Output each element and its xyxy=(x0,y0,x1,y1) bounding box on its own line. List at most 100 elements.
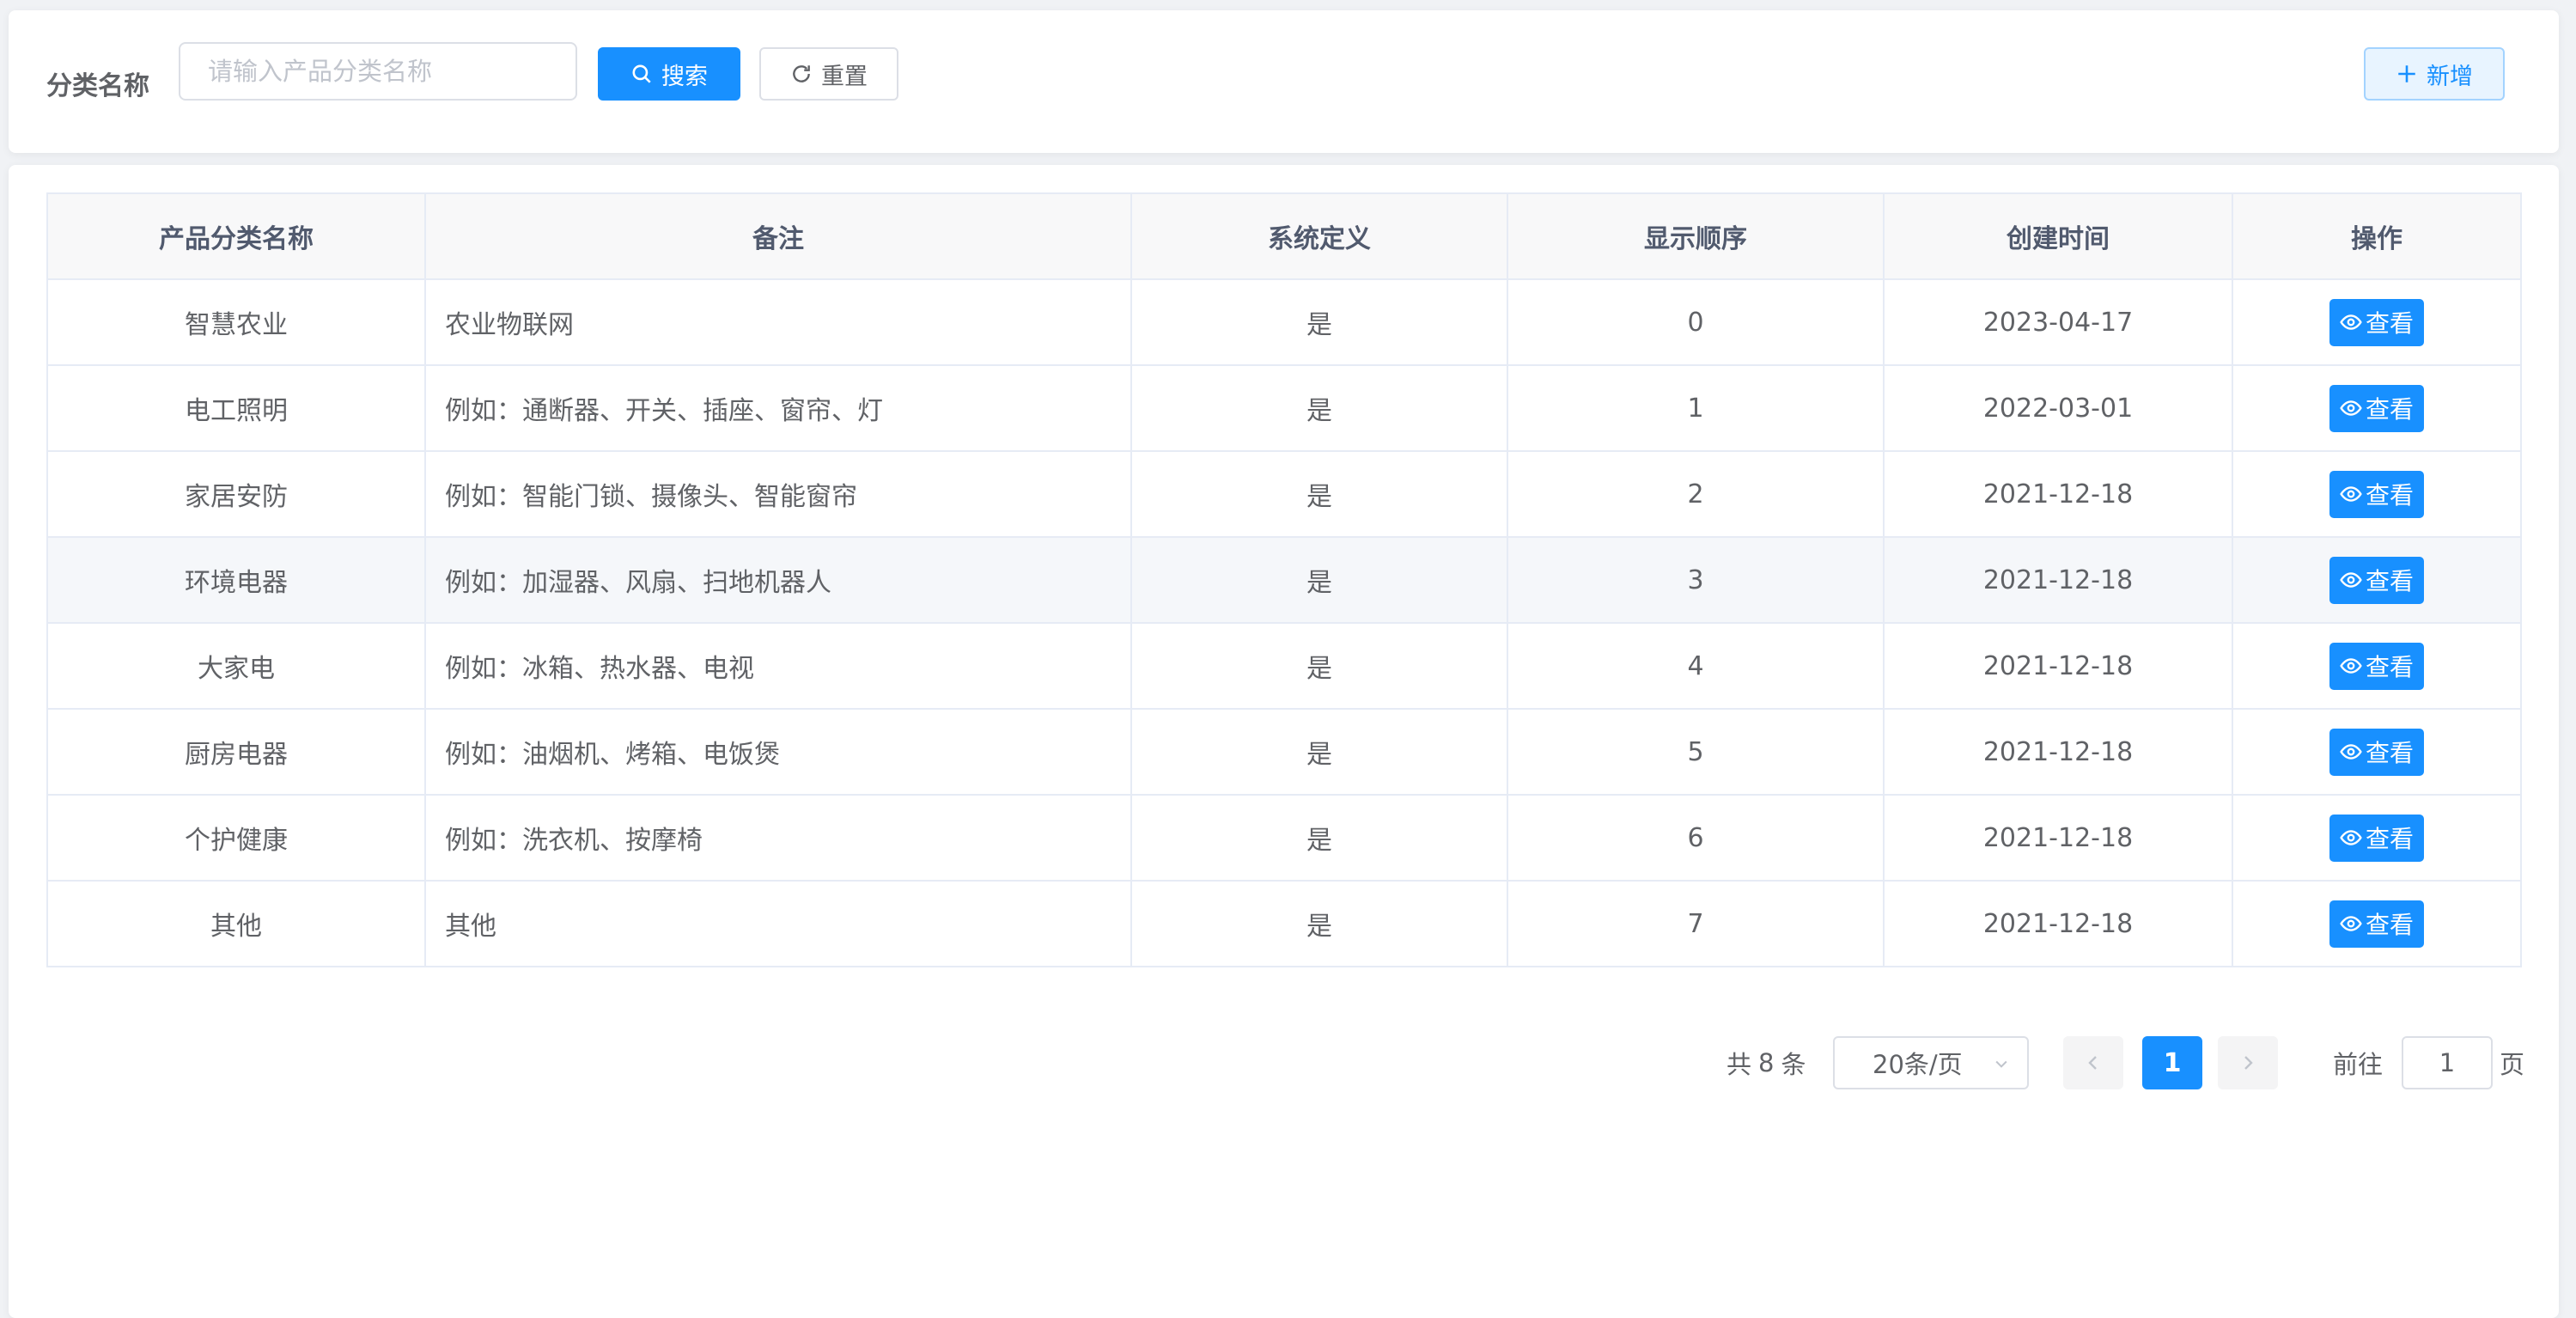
page-number-button[interactable]: 1 xyxy=(2142,1036,2202,1089)
cell-system-defined: 是 xyxy=(1130,536,1508,624)
view-button[interactable]: 查看 xyxy=(2329,642,2424,690)
header-created-time: 创建时间 xyxy=(1883,192,2233,280)
cell-category-name: 厨房电器 xyxy=(46,708,426,796)
cell-created-time: 2022-03-01 xyxy=(1883,364,2233,452)
page-size-select[interactable]: 20条/页 xyxy=(1833,1036,2029,1089)
chevron-left-icon xyxy=(2088,1056,2097,1070)
cell-display-order: 1 xyxy=(1507,364,1885,452)
goto-page-input[interactable] xyxy=(2402,1036,2493,1089)
cell-category-name: 大家电 xyxy=(46,622,426,710)
cell-system-defined: 是 xyxy=(1130,450,1508,538)
cell-actions: 查看 xyxy=(2232,622,2522,710)
cell-category-name: 电工照明 xyxy=(46,364,426,452)
chevron-down-icon xyxy=(1995,1060,2007,1068)
cell-created-time: 2021-12-18 xyxy=(1883,622,2233,710)
view-button[interactable]: 查看 xyxy=(2329,728,2424,776)
table-row: 大家电 例如：冰箱、热水器、电视是 4 2021-12-18 查看 xyxy=(46,622,2522,710)
cell-display-order: 0 xyxy=(1507,278,1885,366)
cell-created-time: 2021-12-18 xyxy=(1883,450,2233,538)
cell-display-order: 7 xyxy=(1507,880,1885,967)
eye-icon xyxy=(2340,916,2362,931)
cell-category-name: 其他 xyxy=(46,880,426,967)
view-button-label: 查看 xyxy=(2365,911,2414,939)
cell-actions: 查看 xyxy=(2232,364,2522,452)
cell-display-order: 2 xyxy=(1507,450,1885,538)
view-button-label: 查看 xyxy=(2365,395,2414,424)
cell-actions: 查看 xyxy=(2232,450,2522,538)
eye-icon xyxy=(2340,830,2362,845)
header-category-name: 产品分类名称 xyxy=(46,192,426,280)
eye-icon xyxy=(2340,658,2362,674)
cell-actions: 查看 xyxy=(2232,278,2522,366)
eye-icon xyxy=(2340,314,2362,330)
eye-icon xyxy=(2340,572,2362,588)
cell-remark: 例如：冰箱、热水器、电视 xyxy=(424,622,1132,710)
search-panel: 分类名称 搜索 重置 新增 xyxy=(9,10,2559,153)
total-count: 8 xyxy=(1758,1048,1775,1077)
cell-remark: 例如：洗衣机、按摩椅 xyxy=(424,794,1132,882)
table-row: 厨房电器 例如：油烟机、烤箱、电饭煲是 5 2021-12-18 查看 xyxy=(46,708,2522,796)
prev-page-button[interactable] xyxy=(2063,1036,2123,1089)
table-header-row: 产品分类名称 备注 系统定义 显示顺序 创建时间 操作 xyxy=(46,192,2522,280)
table-row: 家居安防 例如：智能门锁、摄像头、智能窗帘是 2 2021-12-18 查看 xyxy=(46,450,2522,538)
view-button[interactable]: 查看 xyxy=(2329,298,2424,346)
view-button-label: 查看 xyxy=(2365,567,2414,595)
plus-icon xyxy=(2398,65,2415,82)
view-button-label: 查看 xyxy=(2365,825,2414,853)
eye-icon xyxy=(2340,744,2362,760)
view-button[interactable]: 查看 xyxy=(2329,384,2424,432)
search-button-label: 搜索 xyxy=(661,63,708,90)
view-button[interactable]: 查看 xyxy=(2329,470,2424,518)
cell-display-order: 5 xyxy=(1507,708,1885,796)
eye-icon xyxy=(2340,486,2362,502)
cell-created-time: 2021-12-18 xyxy=(1883,794,2233,882)
cell-system-defined: 是 xyxy=(1130,364,1508,452)
table-row: 智慧农业 农业物联网是 0 2023-04-17 查看 xyxy=(46,278,2522,366)
cell-system-defined: 是 xyxy=(1130,880,1508,967)
category-name-label: 分类名称 xyxy=(46,71,149,101)
chevron-right-icon xyxy=(2244,1056,2253,1070)
table-panel: 产品分类名称 备注 系统定义 显示顺序 创建时间 操作 智慧农业 农业物联网是 0 2… xyxy=(9,165,2559,1318)
cell-display-order: 4 xyxy=(1507,622,1885,710)
header-actions: 操作 xyxy=(2232,192,2522,280)
cell-system-defined: 是 xyxy=(1130,794,1508,882)
category-name-input[interactable] xyxy=(179,42,577,101)
page-suffix: 页 xyxy=(2500,1050,2525,1079)
view-button-label: 查看 xyxy=(2365,309,2414,338)
cell-remark: 例如：加湿器、风扇、扫地机器人 xyxy=(424,536,1132,624)
cell-remark: 例如：通断器、开关、插座、窗帘、灯 xyxy=(424,364,1132,452)
cell-created-time: 2021-12-18 xyxy=(1883,708,2233,796)
total-suffix: 条 xyxy=(1781,1050,1806,1079)
cell-display-order: 6 xyxy=(1507,794,1885,882)
search-button[interactable]: 搜索 xyxy=(598,47,740,101)
refresh-icon xyxy=(793,65,810,82)
reset-button[interactable]: 重置 xyxy=(759,47,898,101)
category-table: 产品分类名称 备注 系统定义 显示顺序 创建时间 操作 智慧农业 农业物联网是 0 2… xyxy=(46,192,2522,967)
view-button[interactable]: 查看 xyxy=(2329,814,2424,862)
next-page-button[interactable] xyxy=(2218,1036,2278,1089)
table-row: 其他 其他是 7 2021-12-18 查看 xyxy=(46,880,2522,967)
table-row: 个护健康 例如：洗衣机、按摩椅是 6 2021-12-18 查看 xyxy=(46,794,2522,882)
cell-remark: 农业物联网 xyxy=(424,278,1132,366)
reset-button-label: 重置 xyxy=(821,63,868,90)
header-remark: 备注 xyxy=(424,192,1132,280)
table-row: 电工照明 例如：通断器、开关、插座、窗帘、灯是 1 2022-03-01 查看 xyxy=(46,364,2522,452)
cell-display-order: 3 xyxy=(1507,536,1885,624)
header-system-defined: 系统定义 xyxy=(1130,192,1508,280)
add-button[interactable]: 新增 xyxy=(2364,47,2505,101)
cell-category-name: 家居安防 xyxy=(46,450,426,538)
pagination-total: 共 8 条 xyxy=(1723,1043,1809,1083)
cell-system-defined: 是 xyxy=(1130,278,1508,366)
goto-label: 前往 xyxy=(2333,1050,2384,1079)
cell-system-defined: 是 xyxy=(1130,622,1508,710)
add-button-label: 新增 xyxy=(2427,63,2473,90)
view-button-label: 查看 xyxy=(2365,481,2414,510)
view-button[interactable]: 查看 xyxy=(2329,556,2424,604)
cell-system-defined: 是 xyxy=(1130,708,1508,796)
view-button[interactable]: 查看 xyxy=(2329,900,2424,948)
eye-icon xyxy=(2340,400,2362,416)
cell-created-time: 2023-04-17 xyxy=(1883,278,2233,366)
view-button-label: 查看 xyxy=(2365,653,2414,681)
cell-actions: 查看 xyxy=(2232,708,2522,796)
cell-remark: 其他 xyxy=(424,880,1132,967)
